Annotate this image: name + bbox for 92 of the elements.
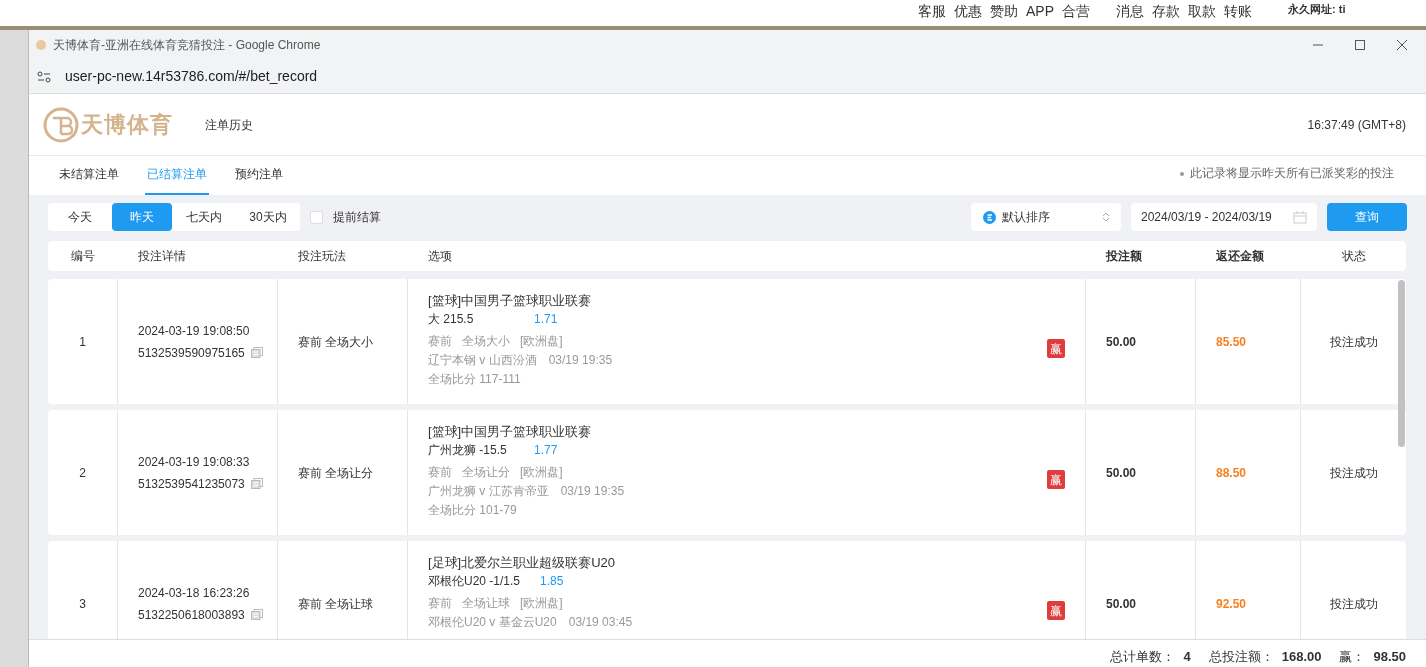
odds-value: 1.77	[534, 443, 558, 458]
summary-label: 总投注额：	[1208, 648, 1274, 666]
copy-icon[interactable]	[250, 347, 263, 358]
url-label: 永久网址: ti	[1288, 2, 1346, 17]
summary-value: 4	[1183, 648, 1191, 666]
column-header: 选项	[427, 248, 453, 265]
menu-link[interactable]: 赞助	[990, 2, 1018, 20]
table-cell: 50.00	[1086, 410, 1196, 535]
status-text: 投注成功	[1329, 464, 1378, 482]
window-title: 天博体育-亚洲在线体育竞猜投注 - Google Chrome	[53, 37, 321, 54]
match-time: 03/19 19:35	[560, 484, 625, 499]
table-cell: 赛前 全场大小	[278, 279, 408, 404]
menu-link[interactable]: 取款	[1188, 2, 1216, 20]
site-settings-icon[interactable]	[37, 70, 51, 83]
calendar-icon	[1293, 210, 1307, 224]
column-header: 状态	[1340, 248, 1367, 265]
maximize-icon[interactable]	[1354, 39, 1366, 51]
status-text: 投注成功	[1329, 595, 1378, 613]
table-cell: 50.00	[1086, 279, 1196, 404]
payout-amount: 88.50	[1196, 410, 1301, 535]
tab[interactable]: 预约注单	[233, 165, 285, 195]
early-settle-checkbox[interactable]: 提前结算	[310, 208, 381, 226]
copy-icon[interactable]	[250, 609, 263, 620]
market-tag: 赛前	[428, 334, 452, 349]
result-badge: 赢	[1047, 470, 1065, 489]
bet-time: 2024-03-19 19:08:33	[138, 453, 250, 471]
page-title: 注单历史	[205, 116, 253, 134]
market-tag: [欧洲盘]	[520, 334, 563, 349]
tab[interactable]: 未结算注单	[57, 165, 121, 195]
menu-link[interactable]: 优惠	[954, 2, 982, 20]
scrollbar-thumb[interactable]	[1398, 280, 1405, 447]
logo-icon	[43, 106, 79, 143]
clock-time: 16:37:49 (GMT+8)	[1307, 116, 1406, 134]
market-tag: [欧洲盘]	[520, 465, 563, 480]
summary-value: 98.50	[1373, 648, 1406, 666]
score-text: 全场比分 117-111	[428, 372, 522, 387]
market-tag: 赛前	[428, 596, 452, 611]
address-bar[interactable]: user-pc-new.14r53786.com/#/bet_record	[65, 66, 318, 87]
menu-link[interactable]: APP	[1026, 2, 1054, 20]
match-teams: 邓根伦U20 v 基金云U20	[428, 615, 557, 630]
market-tag: 全场让球	[462, 596, 510, 611]
copy-icon[interactable]	[250, 478, 263, 489]
pick-text: 邓根伦U20 -1/1.5	[428, 574, 521, 589]
payout-amount: 85.50	[1196, 279, 1301, 404]
league-name: [篮球]中国男子篮球职业联赛	[428, 293, 593, 308]
pick-text: 大 215.5	[428, 312, 475, 327]
order-id: 5132539590975165	[138, 344, 245, 362]
match-time: 03/19 03:45	[568, 615, 633, 630]
close-icon[interactable]	[1396, 39, 1408, 51]
column-header: 投注额	[1105, 248, 1143, 265]
sort-caret-icon	[1103, 212, 1109, 222]
sort-icon	[983, 210, 996, 224]
summary-label: 赢：	[1339, 648, 1366, 666]
market-tag: 全场大小	[462, 334, 510, 349]
date-range-field[interactable]: 2024/03/19 - 2024/03/19	[1131, 203, 1317, 231]
bet-time: 2024-03-18 16:23:26	[138, 584, 250, 602]
summary-label: 总计单数：	[1110, 648, 1176, 666]
logo-text: 天博体育	[81, 111, 173, 139]
status-text: 投注成功	[1329, 333, 1378, 351]
market-tag: 赛前	[428, 465, 452, 480]
match-time: 03/19 19:35	[548, 353, 613, 368]
note-text: 此记录将显示昨天所有已派奖彩的投注	[1180, 164, 1394, 182]
table-cell: 2	[48, 410, 118, 535]
market-tag: 全场让分	[462, 465, 510, 480]
tab-favicon-icon	[35, 39, 47, 51]
checkbox-icon[interactable]	[310, 210, 323, 224]
odds-value: 1.85	[540, 574, 564, 589]
menu-link[interactable]: 合营	[1062, 2, 1090, 20]
pick-text: 广州龙狮 -15.5	[428, 443, 508, 458]
match-teams: 辽宁本钢 v 山西汾酒	[428, 353, 537, 368]
table-cell: 1	[48, 279, 118, 404]
menu-link[interactable]: 客服	[918, 2, 946, 20]
score-text: 全场比分 101-79	[428, 503, 518, 518]
menu-link[interactable]: 消息	[1116, 2, 1144, 20]
league-name: [篮球]中国男子篮球职业联赛	[428, 424, 593, 439]
result-badge: 赢	[1047, 339, 1065, 358]
column-header: 投注详情	[137, 248, 187, 265]
order-id: 5132539541235073	[138, 475, 245, 493]
result-badge: 赢	[1047, 601, 1065, 620]
column-header: 编号	[70, 248, 96, 265]
table-cell: 赛前 全场让分	[278, 410, 408, 535]
menu-link[interactable]: 转账	[1224, 2, 1252, 20]
match-teams: 广州龙狮 v 江苏肯帝亚	[428, 484, 549, 499]
bet-time: 2024-03-19 19:08:50	[138, 322, 250, 340]
league-name: [足球]北爱尔兰职业超级联赛U20	[428, 555, 617, 570]
sort-select[interactable]: 默认排序	[971, 203, 1121, 231]
odds-value: 1.71	[534, 312, 558, 327]
column-header: 投注玩法	[297, 248, 347, 265]
market-tag: [欧洲盘]	[520, 596, 563, 611]
order-id: 5132250618003893	[138, 606, 245, 624]
column-header: 返还金额	[1215, 248, 1265, 265]
menu-link[interactable]: 存款	[1152, 2, 1180, 20]
